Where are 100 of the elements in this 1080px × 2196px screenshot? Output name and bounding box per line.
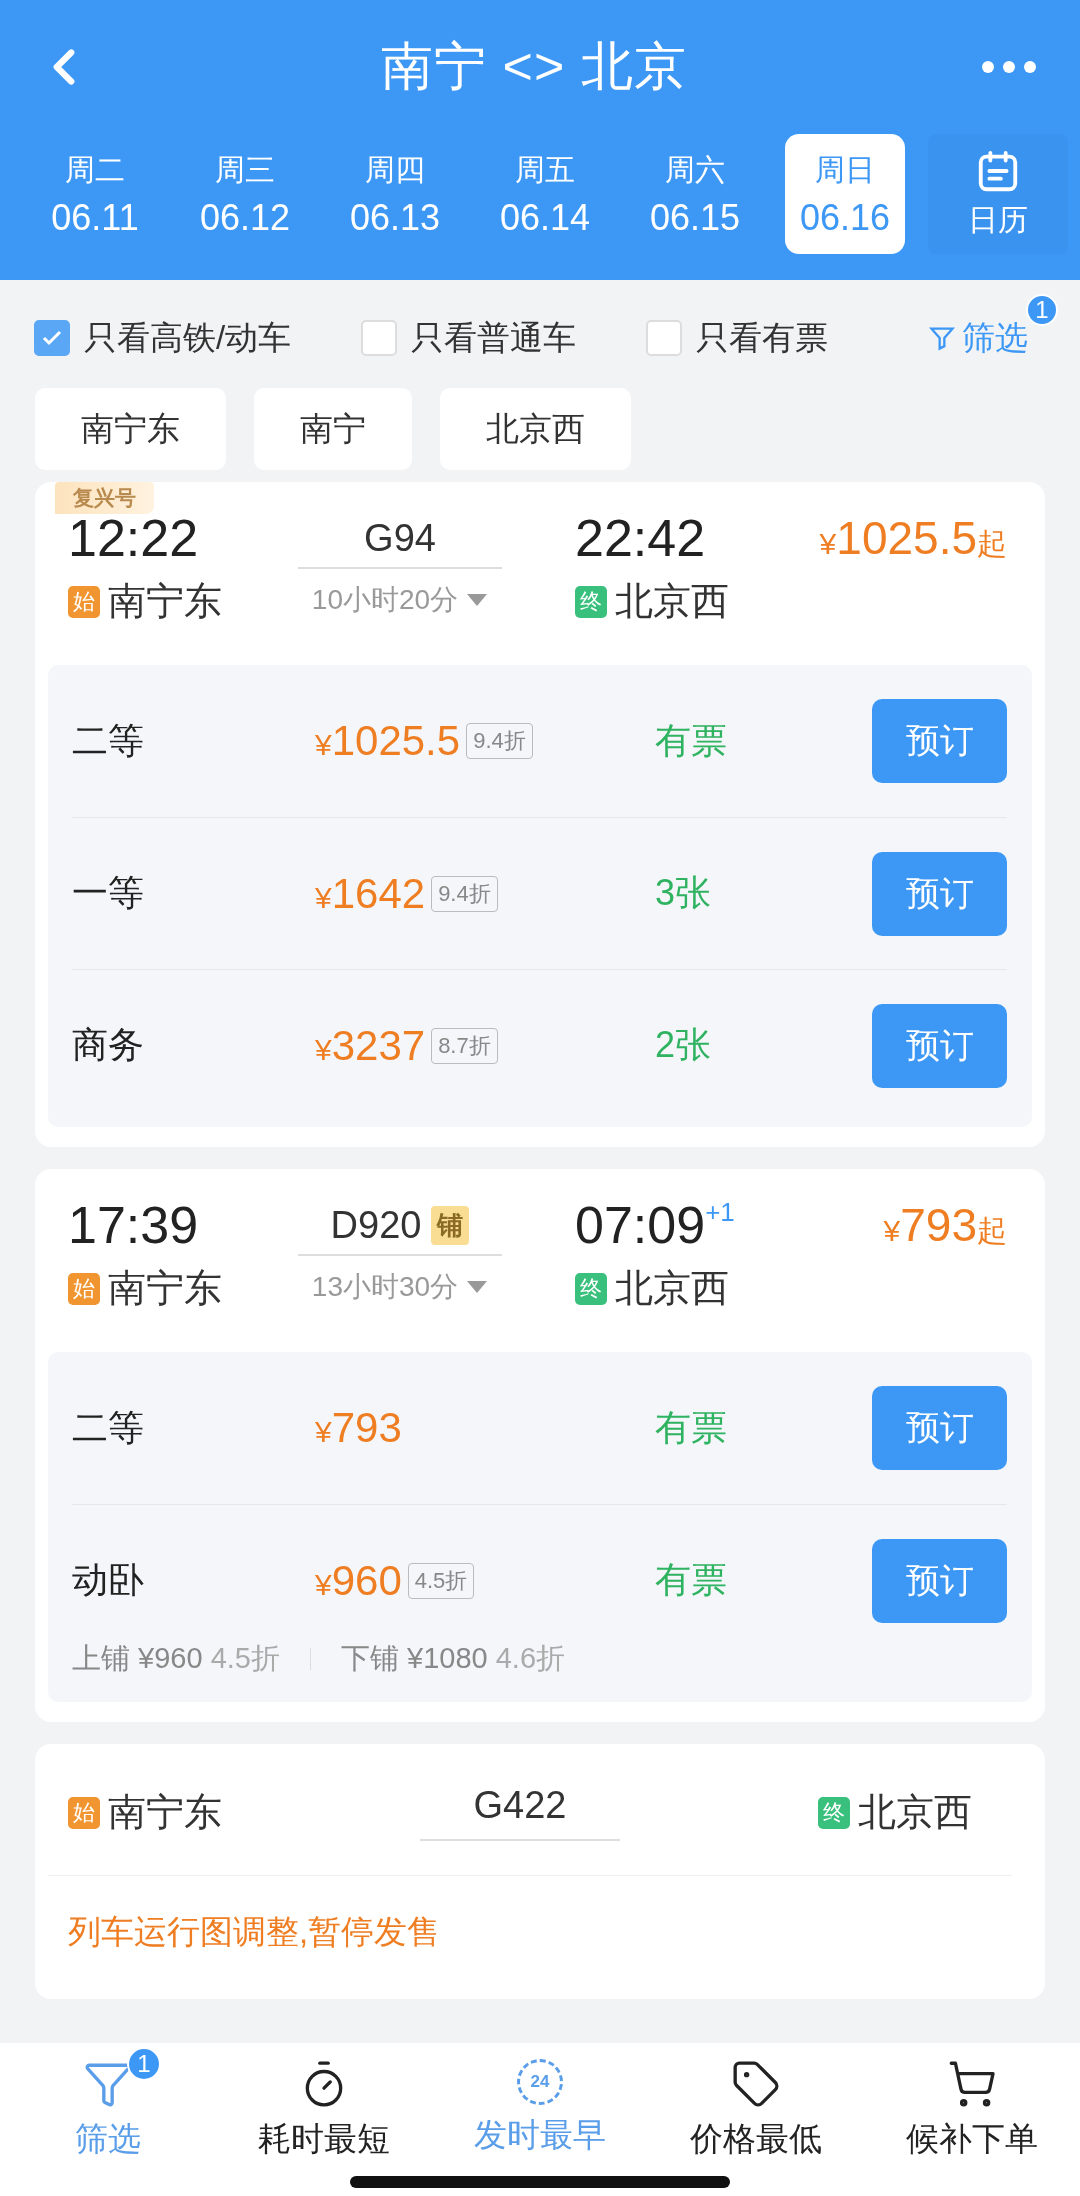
station-chip[interactable]: 南宁东 [35, 388, 226, 470]
lowest-price: ¥793起 [883, 1198, 1007, 1252]
nav-tab[interactable]: 耗时最短 [216, 2045, 432, 2162]
nav-label: 候补下单 [906, 2119, 1038, 2159]
berth-price: 上铺 ¥960 4.5折 [72, 1641, 280, 1676]
terminal-mark: 终 [575, 585, 607, 618]
checkbox-label: 只看有票 [696, 317, 829, 358]
train-number: G422 [420, 1784, 620, 1841]
seat-class: 一等 [72, 871, 145, 915]
availability: 2张 [655, 1023, 713, 1067]
station-name: 南宁东 [108, 1790, 222, 1835]
nav-tab[interactable]: 候补下单 [864, 2045, 1080, 2162]
checkbox[interactable] [34, 320, 70, 356]
station-name: 南宁东 [108, 1266, 222, 1311]
train-type-tag: 复兴号 [55, 482, 154, 514]
weekday-label: 周四 [365, 151, 425, 188]
station-name: 北京西 [615, 1266, 729, 1311]
nav-tab[interactable]: 价格最低 [648, 2045, 864, 2162]
seat-price: ¥793 [315, 1404, 402, 1452]
seat-class: 二等 [72, 1405, 145, 1450]
price-tag-icon [731, 2059, 781, 2109]
date-label: 06.14 [499, 196, 591, 239]
date-label: 06.16 [799, 196, 891, 239]
duration: 13小时30分 [311, 1269, 459, 1304]
discount-tag: 9.4折 [466, 723, 533, 759]
terminal-mark: 终 [818, 1796, 850, 1829]
date-label: 06.13 [349, 196, 441, 239]
origin-mark: 始 [68, 1272, 100, 1305]
book-button[interactable]: 预订 [872, 1386, 1007, 1470]
duration: 10小时20分 [311, 582, 459, 617]
origin-mark: 始 [68, 585, 100, 618]
availability: 有票 [655, 718, 728, 763]
discount-tag: 9.4折 [431, 875, 498, 912]
station-name: 南宁东 [108, 579, 222, 624]
seat-price: ¥3237 [315, 1021, 426, 1070]
weekday-label: 周二 [65, 151, 125, 188]
discount-tag: 8.7折 [431, 1027, 498, 1064]
terminal-mark: 终 [575, 1272, 607, 1305]
berth-price: 下铺 ¥1080 4.6折 [340, 1641, 566, 1676]
availability: 3张 [655, 871, 713, 915]
lowest-price: ¥1025.5起 [819, 511, 1007, 565]
calendar-button[interactable]: 日历 [928, 134, 1068, 254]
date-tab[interactable]: 周六 06.15 [620, 134, 770, 254]
weekday-label: 周六 [665, 151, 725, 188]
nav-label: 发时最早 [474, 2115, 606, 2155]
station-chip[interactable]: 南宁 [254, 388, 412, 470]
book-button[interactable]: 预订 [872, 851, 1007, 936]
station-chip[interactable]: 北京西 [440, 388, 631, 470]
departure-time: 17:39 [68, 1195, 200, 1255]
book-button[interactable]: 预订 [872, 699, 1007, 783]
train-number: G94 [364, 516, 436, 560]
twenty-four-hour-icon: 24 [517, 2059, 563, 2105]
suspension-notice: 列车运行图调整,暂停发售 [67, 1912, 442, 1952]
weekday-label: 周五 [515, 151, 575, 188]
dropdown-triangle-icon[interactable] [466, 1279, 489, 1294]
train-card[interactable]: 始 南宁东 G422 终 北京西 列车运行图调整,暂停发售 [35, 1744, 1045, 1999]
nav-tab[interactable]: 1 筛选 [0, 2045, 216, 2162]
book-button[interactable]: 预订 [872, 1003, 1007, 1088]
checkbox-label: 只看高铁/动车 [84, 317, 292, 358]
checkbox-label: 只看普通车 [411, 317, 577, 358]
nav-label: 耗时最短 [258, 2119, 390, 2159]
cart-icon [947, 2059, 997, 2109]
date-tab[interactable]: 周日 06.16 [785, 134, 905, 254]
nav-tab[interactable]: 24 发时最早 [432, 2045, 648, 2158]
date-tab[interactable]: 周二 06.11 [20, 134, 170, 254]
date-tab[interactable]: 周三 06.12 [170, 134, 320, 254]
calendar-label: 日历 [968, 201, 1028, 238]
date-label: 06.12 [199, 196, 291, 239]
station-name: 北京西 [858, 1790, 972, 1835]
seat-class: 动卧 [72, 1558, 145, 1602]
book-button[interactable]: 预订 [872, 1538, 1007, 1623]
seat-price: ¥1642 [315, 869, 426, 918]
discount-tag: 4.5折 [407, 1562, 475, 1599]
seat-price: ¥1025.5 [315, 717, 461, 765]
route-title: 南宁 <> 北京 [381, 36, 687, 97]
weekday-label: 周三 [215, 151, 275, 188]
date-label: 06.11 [51, 196, 139, 239]
date-tab[interactable]: 周五 06.14 [470, 134, 620, 254]
arrival-time: 07:09 [575, 1195, 706, 1255]
seat-price: ¥960 [315, 1556, 402, 1605]
nav-label: 价格最低 [690, 2119, 822, 2159]
seat-class: 商务 [72, 1023, 145, 1067]
origin-mark: 始 [68, 1796, 100, 1829]
arrival-time: 22:42 [575, 508, 706, 568]
train-card[interactable]: 复兴号 12:22 G94 22:42 ¥1025.5起 始 南宁东 10小时20分 终 北京西 二等 ¥1025.5 9.4折 有票 预订 一等 ¥1642 9.4折 3张 预订 商务 ¥3237 8.7折 2张 预订 [35, 482, 1045, 1147]
nav-label: 筛选 [75, 2119, 141, 2159]
dropdown-triangle-icon[interactable] [466, 592, 489, 607]
date-tab[interactable]: 周四 06.13 [320, 134, 470, 254]
count-badge: 1 [127, 2047, 161, 2081]
count-badge: 1 [1026, 293, 1058, 326]
station-name: 北京西 [615, 579, 729, 624]
weekday-label: 周日 [815, 151, 875, 188]
date-label: 06.15 [649, 196, 741, 239]
filter-link[interactable]: 筛选 [962, 315, 1028, 361]
berth-badge: 铺 [431, 1205, 470, 1245]
availability: 有票 [655, 1558, 728, 1602]
seat-class: 二等 [72, 718, 145, 763]
availability: 有票 [655, 1405, 728, 1450]
day-offset: +1 [705, 1197, 735, 1228]
train-number: D920 [330, 1203, 422, 1247]
